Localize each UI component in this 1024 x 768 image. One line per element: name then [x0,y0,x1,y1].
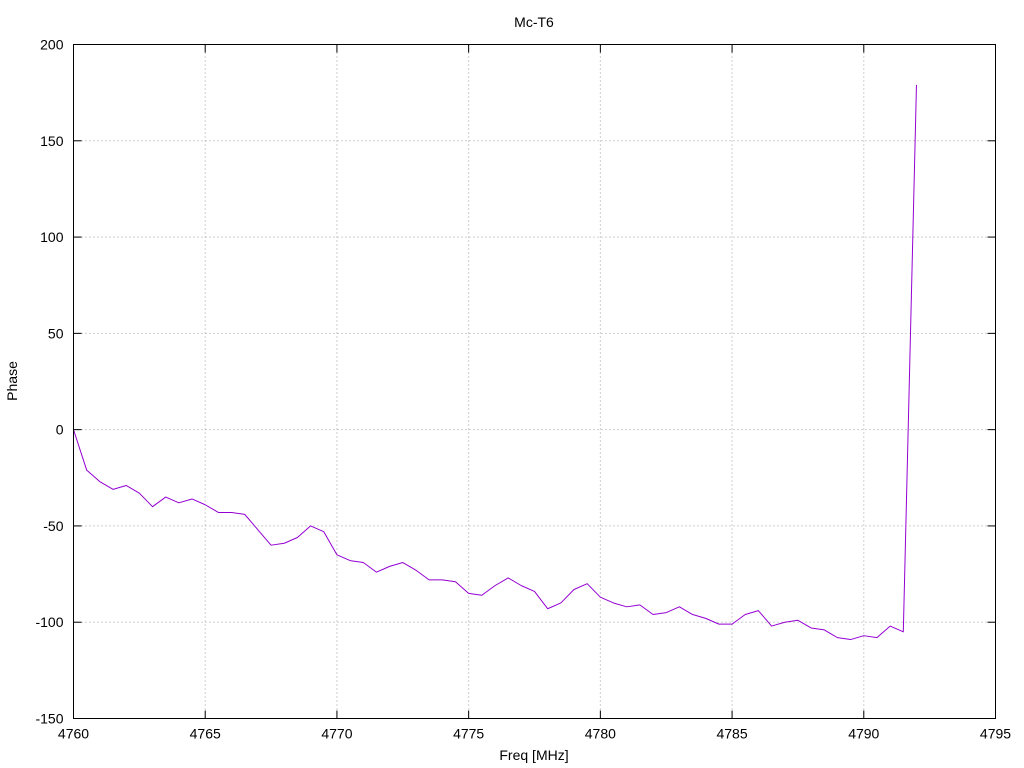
y-tick-label: 100 [40,229,64,245]
x-tick-label: 4770 [321,726,352,742]
x-tick-label: 4795 [980,726,1011,742]
y-tick-label: 50 [48,325,64,341]
x-axis-title: Freq [MHz] [499,747,568,763]
x-tick-label: 4760 [58,726,89,742]
phase-chart: Mc-T6 4760 4765 4770 4775 4780 4785 4790 4795 -1… [0,0,1024,768]
x-tick-label: 4785 [716,726,747,742]
y-tick-label: -50 [43,518,63,534]
y-axis-title: Phase [4,361,20,401]
x-tick-label: 4775 [453,726,484,742]
chart-title: Mc-T6 [514,14,554,30]
y-tick-label: -100 [35,614,63,630]
y-tick-label: 0 [56,422,64,438]
x-tick-label: 4765 [190,726,221,742]
x-tick-label: 4780 [585,726,616,742]
y-tick-label: 150 [40,133,64,149]
x-tick-label: 4790 [848,726,879,742]
y-tick-label: 200 [40,37,64,53]
y-tick-label: -150 [35,711,63,727]
chart-background [0,0,1024,768]
